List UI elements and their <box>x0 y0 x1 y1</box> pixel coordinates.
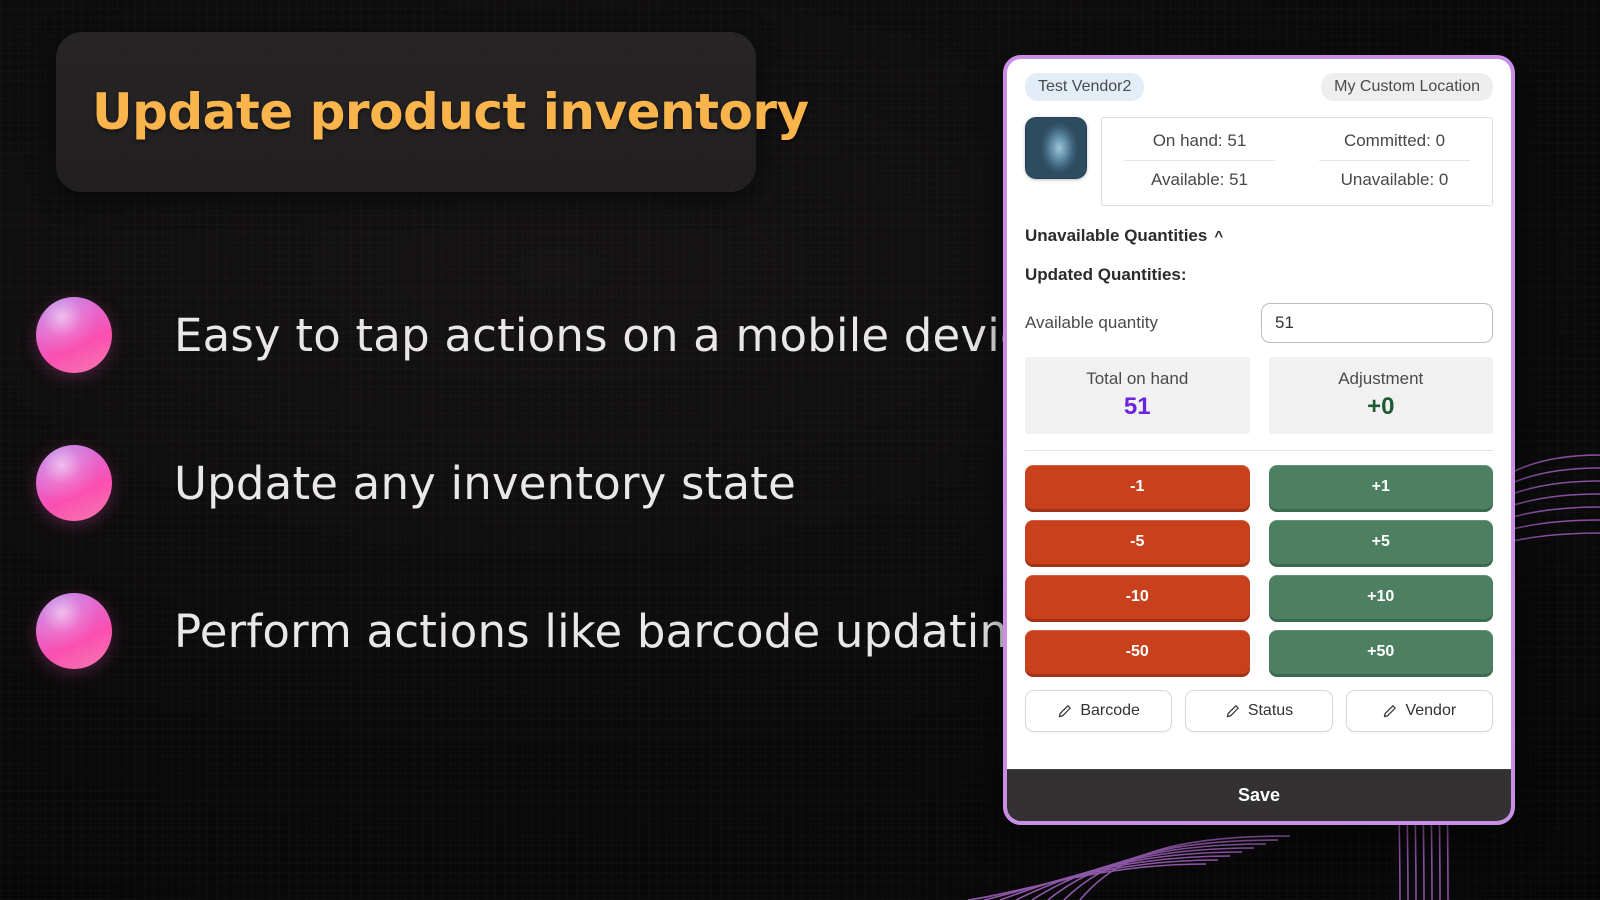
total-on-hand-value: 51 <box>1123 393 1151 420</box>
decrement-50-button[interactable]: -50 <box>1025 630 1250 674</box>
context-pill-row: Test Vendor2 My Custom Location <box>1025 73 1493 101</box>
slide-canvas: Update product inventory Easy to tap act… <box>0 0 1600 900</box>
decrement-1-button[interactable]: -1 <box>1025 465 1250 509</box>
total-on-hand-box: Total on hand 51 <box>1025 357 1250 434</box>
product-summary: On hand: 51 Committed: 0 Available: 51 U… <box>1025 117 1493 206</box>
inventory-stats-grid: On hand: 51 Committed: 0 Available: 51 U… <box>1101 117 1493 206</box>
edit-status-label: Status <box>1247 702 1294 719</box>
vendor-badge[interactable]: Test Vendor2 <box>1025 73 1145 101</box>
unavailable-quantities-label: Unavailable Quantities <box>1025 226 1208 245</box>
list-item: Update any inventory state <box>36 440 936 526</box>
pencil-icon <box>1384 704 1397 717</box>
updated-quantities-heading: Updated Quantities: <box>1025 265 1187 284</box>
increment-5-button[interactable]: +5 <box>1268 520 1493 564</box>
stat-available: Available: 51 <box>1150 170 1249 189</box>
adjustment-box: Adjustment +0 <box>1268 357 1493 434</box>
edit-vendor-label: Vendor <box>1405 702 1457 719</box>
totals-row: Total on hand 51 Adjustment +0 <box>1025 357 1493 434</box>
edit-vendor-button[interactable]: Vendor <box>1345 690 1493 732</box>
edit-barcode-label: Barcode <box>1080 702 1140 719</box>
phone-mockup: Test Vendor2 My Custom Location On hand:… <box>1003 55 1515 825</box>
total-on-hand-label: Total on hand <box>1086 369 1189 388</box>
decrement-10-button[interactable]: -10 <box>1025 575 1250 619</box>
bullet-sphere-icon <box>36 593 112 669</box>
phone-screen: Test Vendor2 My Custom Location On hand:… <box>1007 59 1511 769</box>
product-image <box>1025 117 1087 179</box>
adjustment-label: Adjustment <box>1338 369 1424 388</box>
adjustment-button-grid: -1 +1 -5 +5 -10 +10 -50 +50 <box>1025 465 1493 674</box>
decrement-5-button[interactable]: -5 <box>1025 520 1250 564</box>
page-title: Update product inventory <box>92 83 809 141</box>
unavailable-quantities-toggle[interactable]: Unavailable Quantities ^ <box>1025 226 1493 246</box>
available-quantity-input[interactable] <box>1261 303 1493 343</box>
increment-1-button[interactable]: +1 <box>1268 465 1493 509</box>
save-button[interactable]: Save <box>1007 769 1511 821</box>
feature-list: Easy to tap actions on a mobile device U… <box>36 292 1053 736</box>
increment-50-button[interactable]: +50 <box>1268 630 1493 674</box>
pencil-icon <box>1226 704 1239 717</box>
location-badge[interactable]: My Custom Location <box>1321 73 1493 101</box>
increment-10-button[interactable]: +10 <box>1268 575 1493 619</box>
stat-unavailable: Unavailable: 0 <box>1340 170 1449 189</box>
edit-barcode-button[interactable]: Barcode <box>1025 690 1173 732</box>
title-card: Update product inventory <box>56 32 809 192</box>
section-divider <box>1025 450 1493 451</box>
stat-committed: Committed: 0 <box>1319 122 1470 161</box>
list-item-label: Easy to tap actions on a mobile device <box>174 308 1053 362</box>
available-quantity-label: Available quantity <box>1025 313 1158 332</box>
stat-on-hand: On hand: 51 <box>1124 122 1275 161</box>
bullet-sphere-icon <box>36 297 112 373</box>
list-item-label: Perform actions like barcode updating <box>174 604 1037 658</box>
chevron-up-icon: ^ <box>1214 227 1224 245</box>
available-quantity-row: Available quantity <box>1025 303 1493 343</box>
pencil-icon <box>1059 704 1072 717</box>
adjustment-value: +0 <box>1367 393 1395 420</box>
edit-actions-row: Barcode Status Vendor <box>1025 690 1493 732</box>
list-item-label: Update any inventory state <box>174 456 796 510</box>
bullet-sphere-icon <box>36 445 112 521</box>
list-item: Easy to tap actions on a mobile device <box>36 292 1053 378</box>
edit-status-button[interactable]: Status <box>1185 690 1333 732</box>
list-item: Perform actions like barcode updating <box>36 588 1037 674</box>
